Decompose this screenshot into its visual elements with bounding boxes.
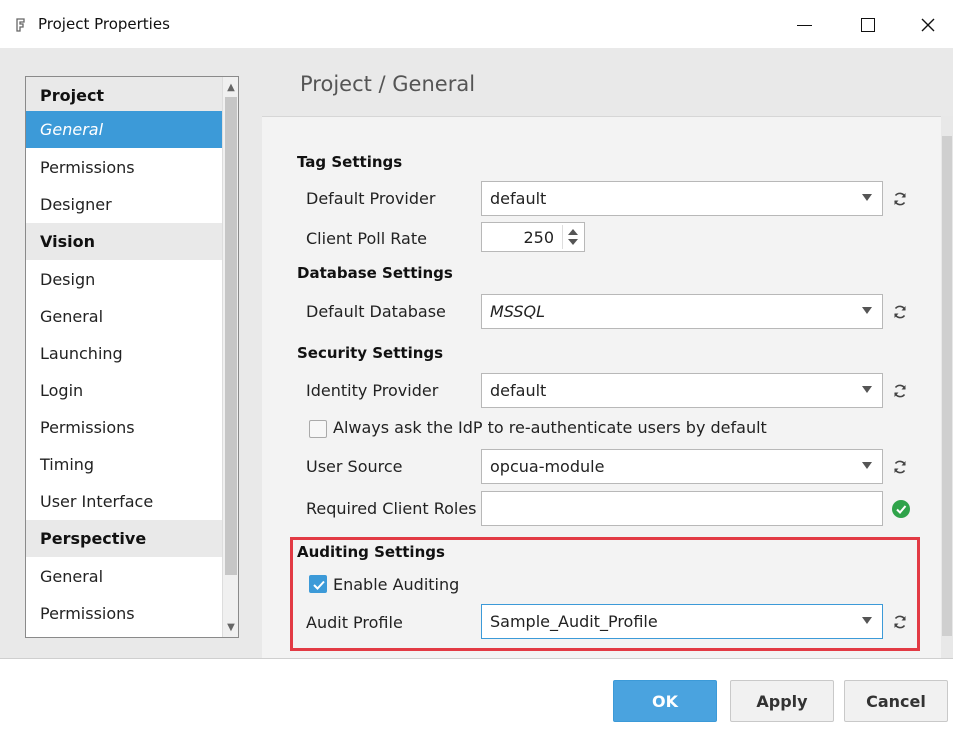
sidebar-item-vision-user-interface[interactable]: User Interface — [26, 483, 222, 520]
enable-auditing-label[interactable]: Enable Auditing — [333, 575, 459, 594]
default-database-select[interactable]: MSSQL — [481, 294, 883, 329]
sidebar-item-vision-permissions[interactable]: Permissions — [26, 409, 222, 446]
chevron-down-icon — [862, 307, 872, 314]
panel-scrollbar[interactable] — [941, 116, 953, 661]
panel-scroll-thumb[interactable] — [942, 136, 952, 636]
enable-auditing-checkbox[interactable] — [309, 575, 327, 593]
sidebar-item-vision-design[interactable]: Design — [26, 261, 222, 298]
maximize-icon — [861, 18, 875, 32]
refresh-icon[interactable] — [890, 189, 910, 209]
minimize-button[interactable] — [784, 10, 824, 40]
title-bar: Project Properties — [0, 0, 953, 48]
sidebar-item-project-general[interactable]: General — [26, 111, 222, 148]
project-tree: Project General Permissions Designer Vis… — [25, 76, 239, 638]
chevron-down-icon — [862, 462, 872, 469]
check-valid-icon — [892, 500, 910, 518]
default-provider-select[interactable]: default — [481, 181, 883, 216]
reauth-label[interactable]: Always ask the IdP to re-authenticate us… — [333, 418, 767, 437]
default-provider-label: Default Provider — [306, 189, 436, 208]
tag-settings-title: Tag Settings — [297, 153, 403, 171]
client-poll-rate-spinner[interactable]: 250 — [481, 222, 585, 252]
checkmark-icon — [313, 580, 325, 590]
auditing-settings-title: Auditing Settings — [297, 543, 445, 561]
chevron-down-icon — [862, 386, 872, 393]
window-title: Project Properties — [38, 15, 170, 33]
page-title: Project / General — [300, 72, 476, 96]
scroll-up-icon[interactable]: ▲ — [224, 79, 238, 95]
sidebar-item-vision-timing[interactable]: Timing — [26, 446, 222, 483]
close-icon — [921, 18, 935, 32]
refresh-icon[interactable] — [890, 457, 910, 477]
sidebar-scrollbar[interactable]: ▲ ▼ — [222, 77, 238, 637]
audit-profile-select[interactable]: Sample_Audit_Profile — [481, 604, 883, 639]
chevron-down-icon — [862, 617, 872, 624]
cancel-button[interactable]: Cancel — [844, 680, 948, 722]
sidebar-scroll-thumb[interactable] — [225, 97, 237, 575]
sidebar-item-designer[interactable]: Designer — [26, 186, 222, 223]
required-roles-input[interactable] — [481, 491, 883, 526]
sidebar-item-perspective-general[interactable]: General — [26, 558, 222, 595]
identity-provider-label: Identity Provider — [306, 381, 439, 400]
app-icon — [14, 17, 28, 32]
security-settings-title: Security Settings — [297, 344, 444, 362]
sidebar-item-vision-general[interactable]: General — [26, 298, 222, 335]
required-roles-label: Required Client Roles — [306, 499, 477, 518]
maximize-button[interactable] — [848, 10, 888, 40]
apply-button[interactable]: Apply — [730, 680, 834, 722]
sidebar-item-project-permissions[interactable]: Permissions — [26, 149, 222, 186]
sidebar-item-vision-launching[interactable]: Launching — [26, 335, 222, 372]
refresh-icon[interactable] — [890, 381, 910, 401]
chevron-down-icon — [862, 194, 872, 201]
identity-provider-select[interactable]: default — [481, 373, 883, 408]
database-settings-title: Database Settings — [297, 264, 453, 282]
user-source-label: User Source — [306, 457, 403, 476]
sidebar-header-vision: Vision — [26, 223, 222, 260]
user-source-select[interactable]: opcua-module — [481, 449, 883, 484]
close-button[interactable] — [908, 10, 948, 40]
spinner-buttons[interactable] — [562, 225, 582, 249]
sidebar-item-perspective-permissions[interactable]: Permissions — [26, 595, 222, 632]
client-poll-rate-label: Client Poll Rate — [306, 229, 427, 248]
sidebar-header-perspective: Perspective — [26, 520, 222, 557]
sidebar-item-vision-login[interactable]: Login — [26, 372, 222, 409]
refresh-icon[interactable] — [890, 302, 910, 322]
default-database-label: Default Database — [306, 302, 446, 321]
sidebar-header-project: Project — [26, 77, 222, 114]
spin-up-icon[interactable] — [568, 229, 578, 235]
scroll-down-icon[interactable]: ▼ — [224, 619, 238, 635]
ok-button[interactable]: OK — [613, 680, 717, 722]
spin-down-icon[interactable] — [568, 239, 578, 245]
minimize-icon — [796, 24, 812, 26]
refresh-icon[interactable] — [890, 612, 910, 632]
audit-profile-label: Audit Profile — [306, 613, 403, 632]
reauth-checkbox[interactable] — [309, 420, 327, 438]
